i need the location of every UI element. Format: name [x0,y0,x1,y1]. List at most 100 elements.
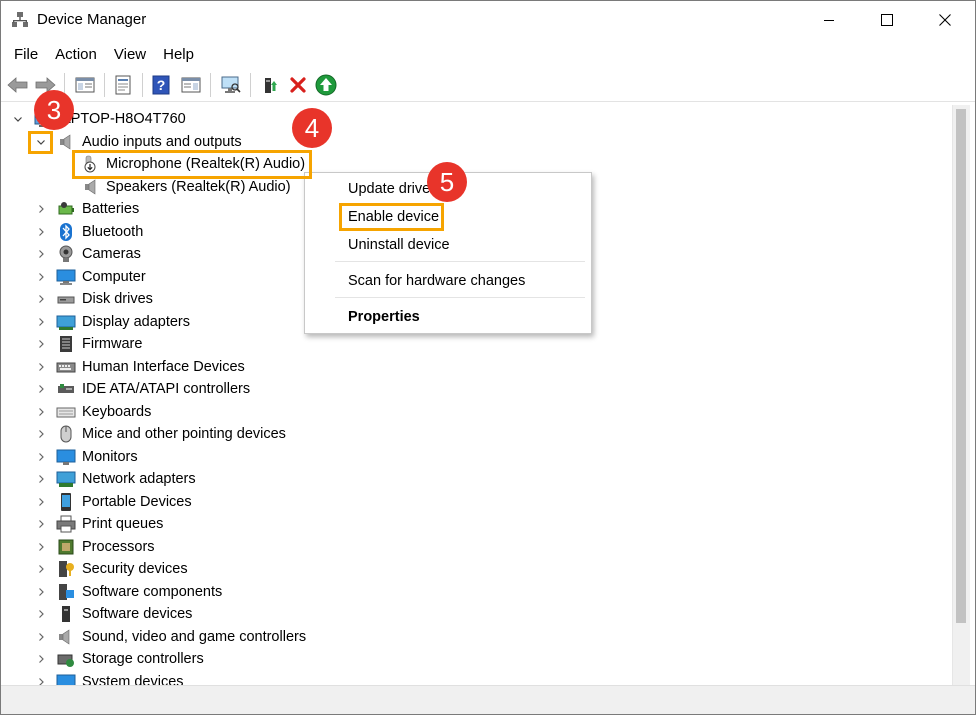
chevron-right-icon [39,520,44,528]
chevron-right-icon [39,407,44,416]
category-expander[interactable] [35,496,47,508]
category-expander[interactable] [35,473,47,485]
category-expander[interactable] [35,226,47,238]
toolbar-separator [104,73,105,97]
chevron-right-icon [39,272,44,281]
show-hide-console-tree-button[interactable] [73,73,97,97]
scan-monitor-icon [221,76,241,93]
chevron-right-icon [39,340,44,348]
category-label: System devices [82,673,184,686]
chevron-right-icon [39,565,44,573]
category-expander[interactable] [35,271,47,283]
chevron-right-icon [39,227,44,236]
maximize-button[interactable] [859,1,915,39]
tree-item-category[interactable]: IDE ATA/ATAPI controllers [5,378,425,400]
category-expander[interactable] [35,406,47,418]
vertical-scrollbar[interactable] [952,105,970,685]
close-button[interactable] [917,1,973,39]
tree-item-category[interactable]: Storage controllers [5,648,425,670]
chevron-right-icon [39,452,44,461]
uninstall-toolbar-button[interactable] [286,73,310,97]
tree-item-category[interactable]: Mice and other pointing devices [5,423,425,445]
menu-file[interactable]: File [1,43,48,67]
category-expander[interactable] [35,676,47,685]
tree-item-category[interactable]: Human Interface Devices [5,356,425,378]
chevron-down-icon [14,117,22,122]
chevron-right-icon [39,632,44,641]
context-scan-hardware[interactable]: Scan for hardware changes [348,273,525,289]
tree-item-category[interactable]: Processors [5,536,425,558]
console-tree-icon [75,77,95,93]
category-label: Disk drives [82,291,153,307]
category-expander[interactable] [35,518,47,530]
scrollbar-thumb[interactable] [956,109,966,623]
properties-toolbar-button[interactable] [111,73,135,97]
category-expander[interactable] [35,248,47,260]
category-label: Network adapters [82,471,196,487]
category-expander[interactable] [35,451,47,463]
category-expander[interactable] [35,563,47,575]
action-pane-button[interactable] [179,73,203,97]
category-expander[interactable] [35,586,47,598]
context-uninstall-device[interactable]: Uninstall device [348,237,450,253]
tree-item-category[interactable]: Sound, video and game controllers [5,626,425,648]
menu-help[interactable]: Help [156,43,204,67]
update-driver-icon [265,78,277,93]
chevron-right-icon [39,610,44,618]
context-update-driver[interactable]: Update driver [348,181,435,197]
category-label: Batteries [82,201,140,217]
tree-item-category[interactable]: Software components [5,581,425,603]
monitor-icon [56,449,76,465]
update-driver-toolbar-button[interactable] [258,73,282,97]
context-properties[interactable]: Properties [348,309,420,325]
security-device-icon [59,561,74,577]
speaker-icon [85,179,96,195]
root-expander[interactable] [12,113,24,125]
tree-item-category[interactable]: Network adapters [5,468,425,490]
menu-action[interactable]: Action [48,43,107,67]
tree-item-category[interactable]: Firmware [5,333,425,355]
minimize-icon [824,20,834,21]
category-expander[interactable] [35,361,47,373]
help-toolbar-button[interactable]: ? [149,73,173,97]
category-expander[interactable] [35,383,47,395]
category-expander[interactable] [35,293,47,305]
enable-device-toolbar-button[interactable] [314,73,338,97]
speakers-label: Speakers (Realtek(R) Audio) [106,179,291,195]
tree-item-category[interactable]: Print queues [5,513,425,535]
device-manager-app-icon [12,12,28,27]
step-badge-3: 3 [34,90,74,130]
category-expander[interactable] [35,541,47,553]
menu-view[interactable]: View [107,43,156,67]
category-expander[interactable] [35,428,47,440]
tree-item-category[interactable]: Keyboards [5,401,425,423]
ide-controller-icon [58,384,74,393]
hid-icon [56,362,76,372]
display-adapter-icon [56,315,76,330]
category-label: Cameras [82,246,141,262]
category-expander[interactable] [35,608,47,620]
tree-item-speakers[interactable]: Speakers (Realtek(R) Audio) [5,176,305,198]
window-title: Device Manager [37,11,147,28]
category-expander[interactable] [35,338,47,350]
back-button[interactable] [6,73,30,97]
category-expander[interactable] [35,653,47,665]
category-expander[interactable] [35,316,47,328]
category-expander[interactable] [35,203,47,215]
tree-item-category[interactable]: Software devices [5,603,425,625]
tree-item-category[interactable]: System devices [5,671,425,686]
step-badge-4: 4 [292,108,332,148]
highlight-microphone [72,150,312,179]
mouse-icon [60,425,72,443]
tree-item-category[interactable]: Security devices [5,558,425,580]
maximize-icon [881,14,893,26]
tree-item-category[interactable]: Portable Devices [5,491,425,513]
portable-device-icon [61,492,71,511]
category-label: IDE ATA/ATAPI controllers [82,381,251,397]
scan-hardware-toolbar-button[interactable] [219,73,243,97]
minimize-button[interactable] [801,1,857,39]
computer-icon [56,269,76,285]
chevron-right-icon [39,542,44,551]
tree-item-category[interactable]: Monitors [5,446,425,468]
category-expander[interactable] [35,631,47,643]
